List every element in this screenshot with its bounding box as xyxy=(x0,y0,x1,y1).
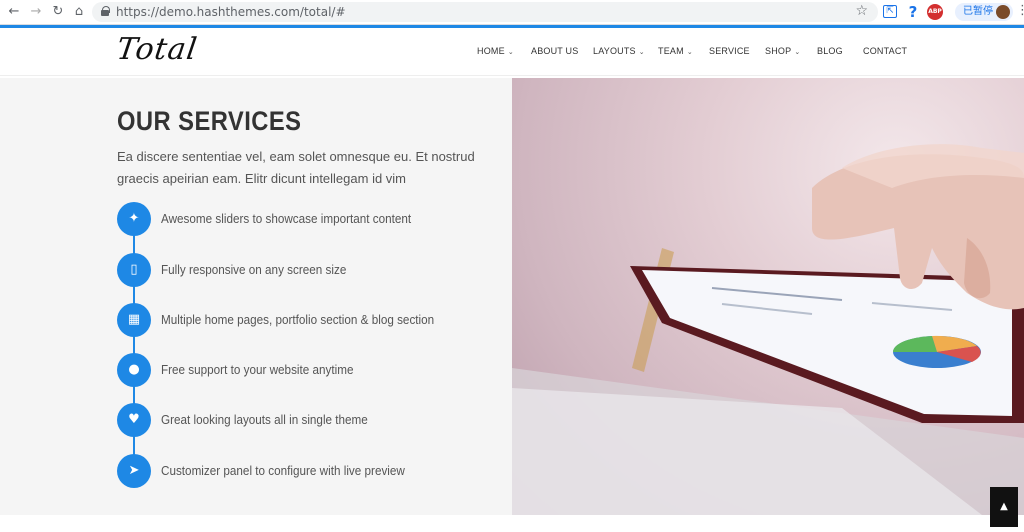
service-item: ● Free support to your website anytime xyxy=(117,353,447,387)
browser-menu-icon[interactable]: ⋮ xyxy=(1016,3,1024,18)
service-label: Customizer panel to configure with live … xyxy=(161,463,405,478)
bookmark-star-icon[interactable]: ☆ xyxy=(855,3,868,19)
site-logo[interactable]: Total xyxy=(115,32,200,67)
chevron-down-icon: ⌄ xyxy=(638,49,645,56)
section-title: OUR SERVICES xyxy=(117,106,302,136)
back-to-top-button[interactable]: ▲ xyxy=(990,487,1018,527)
browser-toolbar: ← → ↻ ⌂ https://demo.hashthemes.com/tota… xyxy=(0,0,1024,25)
nav-item-service[interactable]: SERVICE xyxy=(709,46,750,56)
services-section: OUR SERVICES Ea discere sententiae vel, … xyxy=(0,78,512,515)
nav-label: TEAM xyxy=(658,46,684,56)
paused-label: 已暂停 xyxy=(963,6,993,17)
hero-image xyxy=(512,78,1024,515)
nav-item-about-us[interactable]: ABOUT US xyxy=(531,46,578,56)
nav-item-blog[interactable]: BLOG xyxy=(817,46,843,56)
user-icon: ● xyxy=(117,353,151,387)
tablet-illustration xyxy=(512,144,1024,515)
site-header: Total HOME ⌄ ABOUT US LAYOUTS ⌄ TEAM ⌄ SERV… xyxy=(0,28,1024,76)
profile-paused-button[interactable]: 已暂停 xyxy=(955,3,1013,21)
nav-item-contact[interactable]: CONTACT xyxy=(863,46,907,56)
service-label: Fully responsive on any screen size xyxy=(161,262,347,277)
section-description: Ea discere sententiae vel, eam solet omn… xyxy=(117,149,475,186)
nav-item-team[interactable]: TEAM ⌄ xyxy=(658,46,693,56)
chevron-down-icon: ⌄ xyxy=(686,49,693,56)
nav-label: BLOG xyxy=(817,46,843,56)
reload-icon[interactable]: ↻ xyxy=(50,4,66,20)
service-label: Multiple home pages, portfolio section &… xyxy=(161,312,435,327)
nav-label: SHOP xyxy=(765,46,792,56)
service-label: Awesome sliders to showcase important co… xyxy=(161,211,412,226)
nav-item-shop[interactable]: SHOP ⌄ xyxy=(765,46,800,56)
lock-icon xyxy=(101,6,110,16)
chevron-down-icon: ⌄ xyxy=(794,49,801,56)
service-label: Great looking layouts all in single them… xyxy=(161,412,368,427)
send-icon: ➤ xyxy=(117,454,151,488)
service-item: ▦ Multiple home pages, portfolio section… xyxy=(117,303,447,337)
help-extension-icon[interactable]: ? xyxy=(905,4,921,20)
address-bar[interactable]: https://demo.hashthemes.com/total/# ☆ xyxy=(92,2,878,22)
service-item: ♥ Great looking layouts all in single th… xyxy=(117,403,447,437)
nav-label: SERVICE xyxy=(709,46,750,56)
nav-label: ABOUT US xyxy=(531,46,579,56)
service-item: ▯ Fully responsive on any screen size xyxy=(117,253,447,287)
nav-item-home[interactable]: HOME ⌄ xyxy=(477,46,514,56)
grid-icon: ▦ xyxy=(117,303,151,337)
nav-label: HOME xyxy=(477,46,505,56)
back-arrow-icon[interactable]: ← xyxy=(6,4,22,20)
url-text[interactable]: https://demo.hashthemes.com/total/# xyxy=(116,5,346,19)
rocket-icon: ✦ xyxy=(117,202,151,236)
nav-label: LAYOUTS xyxy=(593,46,636,56)
heart-icon: ♥ xyxy=(117,403,151,437)
service-item: ✦ Awesome sliders to showcase important … xyxy=(117,202,447,236)
nav-label: CONTACT xyxy=(863,46,908,56)
chevron-up-icon: ▲ xyxy=(1000,501,1008,512)
tablet-icon: ▯ xyxy=(117,253,151,287)
service-label: Free support to your website anytime xyxy=(161,362,354,377)
chevron-down-icon: ⌄ xyxy=(507,49,514,56)
cast-extension-icon[interactable]: ⇱ xyxy=(883,5,897,18)
page-bottom-strip xyxy=(0,515,1024,532)
adblock-extension-icon[interactable]: ABP xyxy=(927,4,943,20)
avatar xyxy=(996,5,1010,19)
home-icon[interactable]: ⌂ xyxy=(71,4,87,20)
service-item: ➤ Customizer panel to configure with liv… xyxy=(117,454,447,488)
forward-arrow-icon[interactable]: → xyxy=(28,4,44,20)
nav-item-layouts[interactable]: LAYOUTS ⌄ xyxy=(593,46,645,56)
